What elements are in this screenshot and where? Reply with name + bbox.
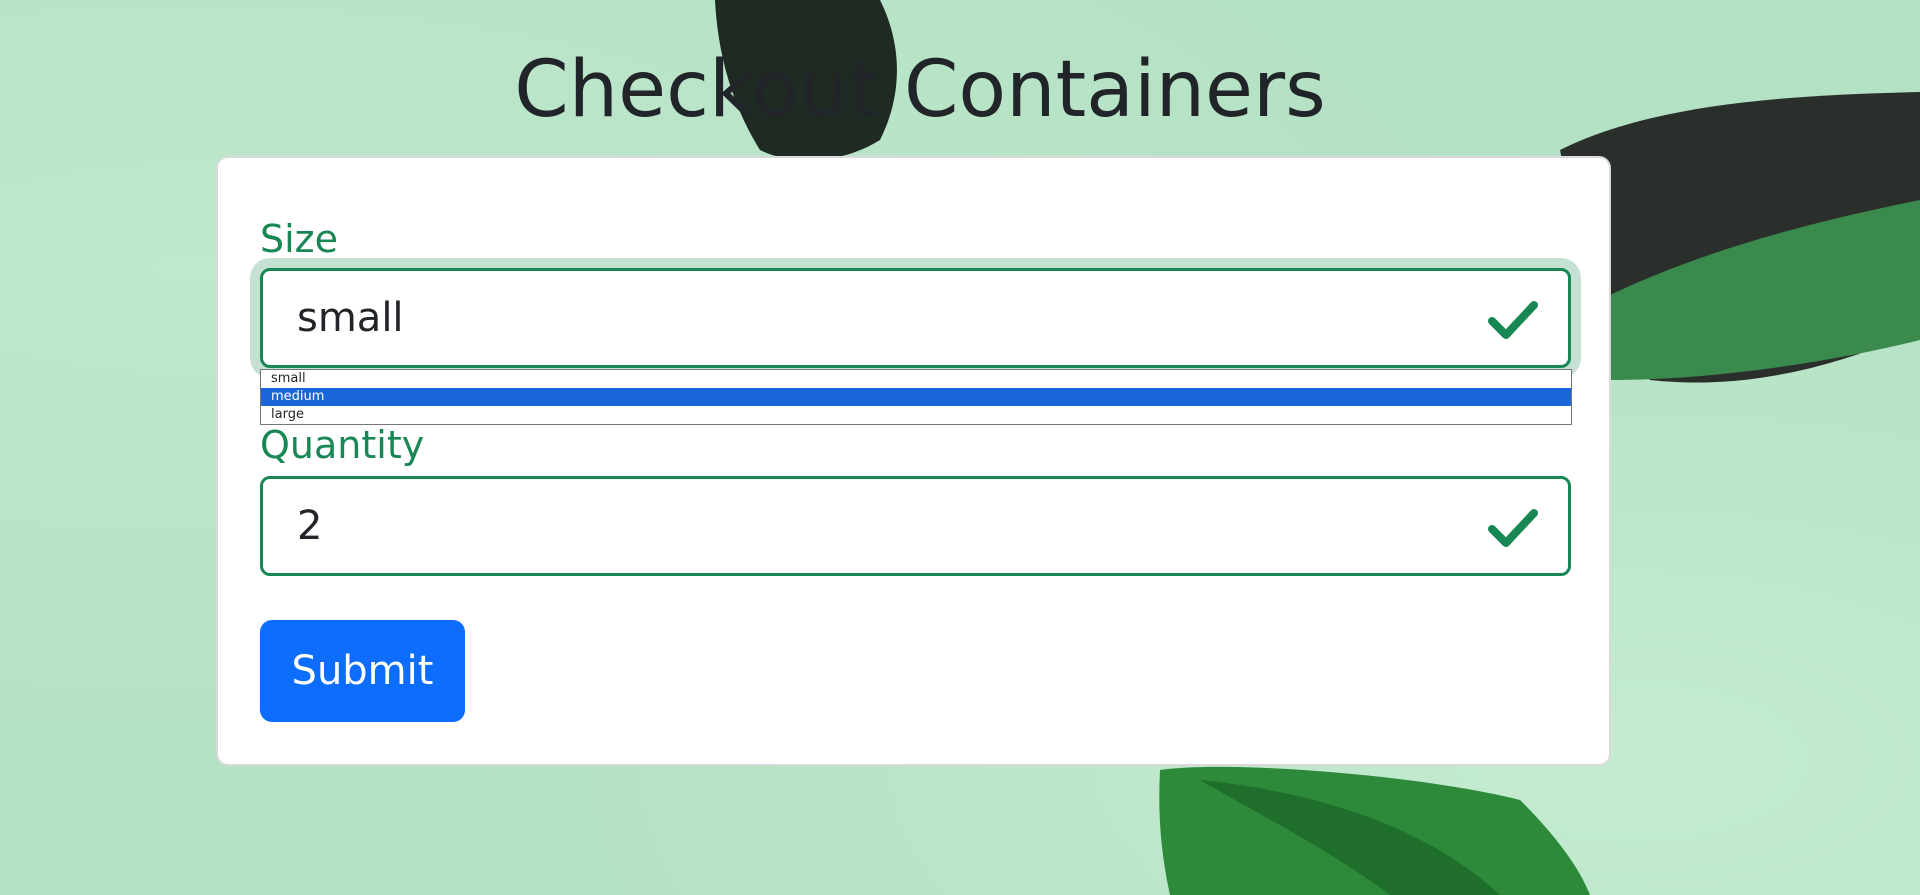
size-option-large[interactable]: large — [261, 406, 1571, 424]
quantity-input-value: 2 — [297, 503, 323, 549]
check-icon — [1488, 509, 1538, 547]
check-icon — [1488, 301, 1538, 339]
size-option-medium[interactable]: medium — [261, 388, 1571, 406]
size-select[interactable]: small — [260, 268, 1571, 368]
size-label: Size — [260, 217, 339, 261]
size-options-list: small medium large — [260, 369, 1572, 425]
page-title: Checkout Containers — [514, 45, 1326, 135]
size-select-value: small — [297, 295, 404, 341]
submit-button[interactable]: Submit — [260, 620, 465, 722]
quantity-label: Quantity — [260, 423, 425, 467]
size-option-small[interactable]: small — [261, 370, 1571, 388]
checkout-form-card: Size small small medium large Quantity 2… — [216, 156, 1611, 766]
quantity-input[interactable]: 2 — [260, 476, 1571, 576]
